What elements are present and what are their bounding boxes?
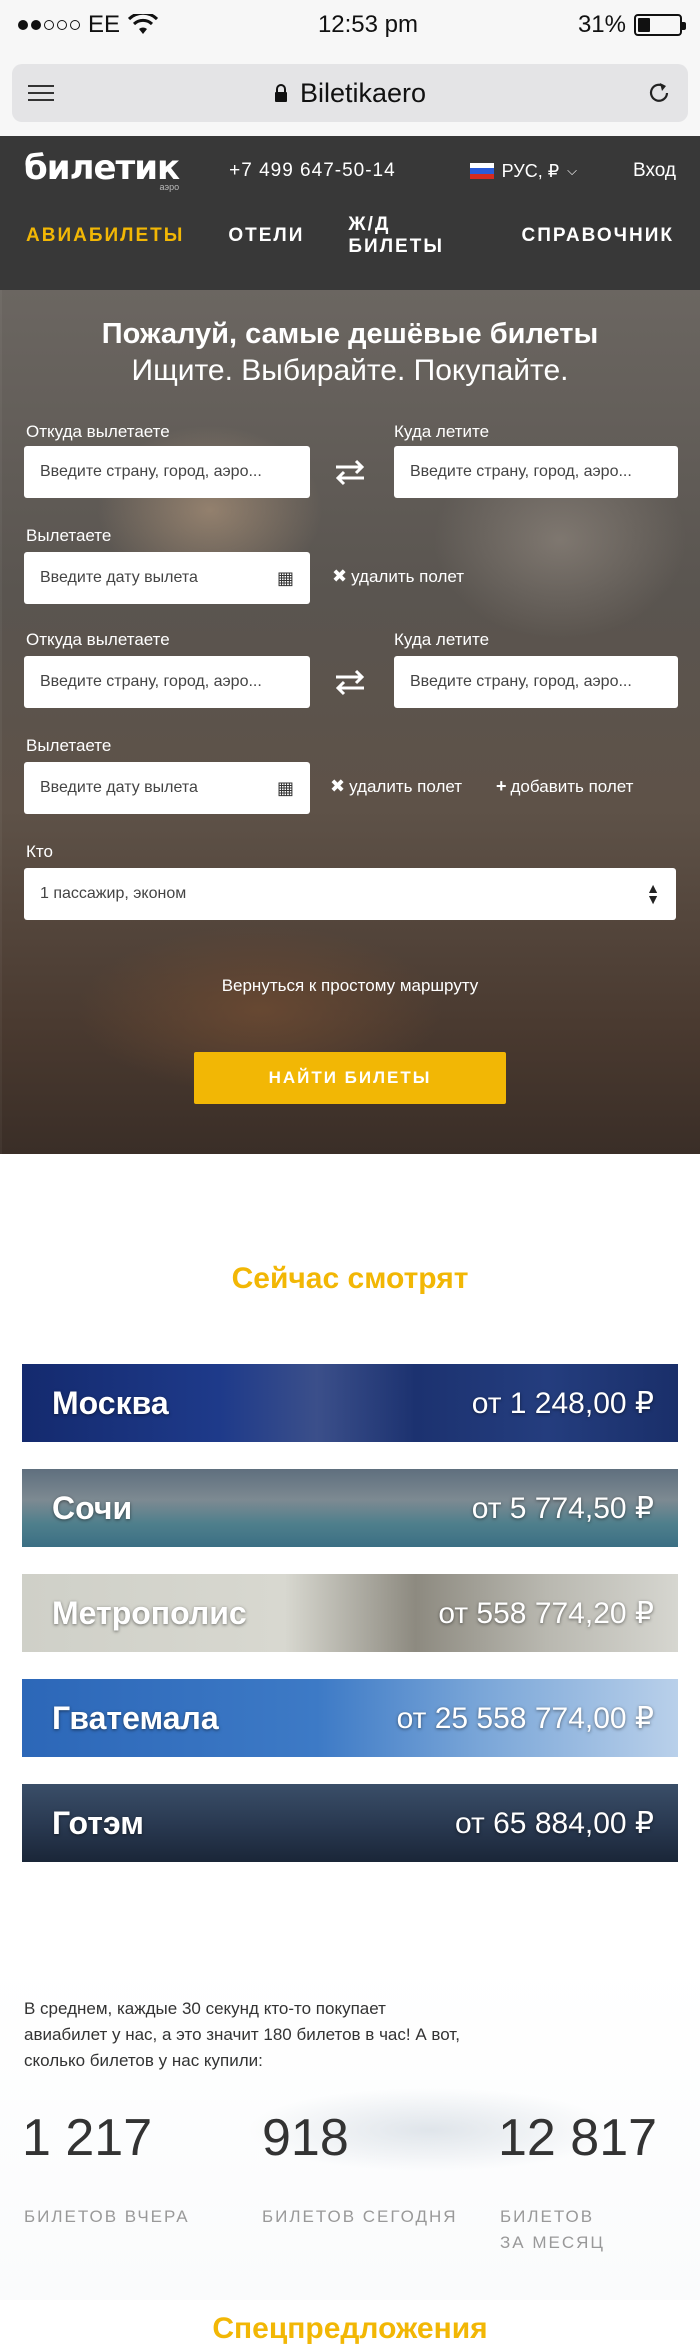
destination-card-gotham[interactable]: Готэм от 65 884,00 ₽: [22, 1784, 678, 1862]
date-label: Вылетаете: [26, 526, 112, 545]
destination-city: Гватемала: [52, 1699, 219, 1736]
stat-value-yesterday: 1 217: [22, 2109, 153, 2167]
carrier: EE: [88, 11, 121, 38]
from-label: Откуда вылетаете: [26, 422, 170, 441]
status-left: EE: [18, 11, 159, 39]
destination-price: от 558 774,20 ₽: [438, 1596, 654, 1630]
remove-flight-link[interactable]: ✖ удалить полет: [332, 566, 464, 587]
destination-price: от 65 884,00 ₽: [455, 1806, 654, 1840]
destination-card-guatemala[interactable]: Гватемала от 25 558 774,00 ₽: [22, 1679, 678, 1757]
url-text: Biletikaero: [299, 77, 427, 108]
stat-label-yesterday: БИЛЕТОВ ВЧЕРА: [24, 2207, 190, 2226]
russia-flag-icon: [469, 163, 494, 179]
remove-flight-link[interactable]: ✖ удалить полет: [330, 776, 462, 797]
passengers-select[interactable]: 1 пассажир, эконом ▲ ▼: [24, 868, 676, 920]
date-placeholder: Введите дату вылета: [40, 779, 198, 796]
menu-icon[interactable]: [28, 83, 54, 103]
destination-card-moscow[interactable]: Москва от 1 248,00 ₽: [22, 1364, 678, 1442]
hero-subtitle: Ищите. Выбирайте. Покупайте.: [131, 354, 569, 387]
wifi-icon: [128, 14, 159, 34]
calendar-icon: ▦: [276, 777, 294, 798]
date-input[interactable]: Введите дату вылета ▦: [24, 552, 310, 604]
to-input[interactable]: Введите страну, город, аэро...: [394, 446, 678, 498]
destination-price: от 5 774,50 ₽: [471, 1491, 654, 1525]
swap-icon[interactable]: [332, 458, 368, 486]
language-currency-select[interactable]: РУС, ₽ ⌵: [469, 160, 578, 182]
from-label: Откуда вылетаете: [26, 630, 170, 649]
hero-title: Пожалуй, самые дешёвые билеты: [101, 318, 599, 350]
phone-number[interactable]: +7 499 647-50-14: [229, 160, 396, 182]
plus-icon: +: [496, 776, 507, 796]
calendar-icon: ▦: [276, 567, 294, 588]
destination-city: Готэм: [52, 1804, 144, 1841]
battery-percent: 31%: [577, 11, 626, 38]
date-label: Вылетаете: [26, 736, 112, 755]
logo-text: билетик: [24, 147, 180, 188]
simple-route-link[interactable]: Вернуться к простому маршруту: [0, 976, 700, 996]
destination-city: Москва: [52, 1384, 169, 1421]
logo[interactable]: билетик аэро: [24, 147, 180, 192]
add-flight-label: добавить полет: [510, 776, 634, 796]
search-hero: Пожалуй, самые дешёвые билеты Ищите. Выб…: [0, 290, 700, 1154]
nav-item-hotels[interactable]: ОТЕЛИ: [228, 225, 304, 247]
date-placeholder: Введите дату вылета: [40, 569, 198, 586]
nav-item-trains[interactable]: Ж/Д БИЛЕТЫ: [348, 214, 477, 258]
special-offers-title: Спецпредложения: [212, 2312, 488, 2345]
login-link[interactable]: Вход: [633, 160, 676, 182]
nav-item-flights[interactable]: АВИАБИЛЕТЫ: [26, 225, 184, 247]
signal-icon: [18, 20, 80, 30]
destination-city: Сочи: [52, 1489, 133, 1526]
nav-item-reference[interactable]: СПРАВОЧНИК: [522, 225, 674, 247]
updown-arrows-icon: ▲ ▼: [646, 879, 660, 907]
status-right: 31%: [577, 11, 686, 39]
tickets-stats: В среднем, каждые 30 секунд кто-то покуп…: [0, 1960, 700, 2300]
stat-value-today: 918: [262, 2109, 349, 2167]
destination-city: Метрополис: [52, 1594, 247, 1631]
status-bar: EE 12:53 pm 31%: [0, 0, 700, 50]
close-icon: ✖: [330, 776, 346, 796]
find-tickets-button[interactable]: НАЙТИ БИЛЕТЫ: [194, 1052, 506, 1104]
destination-price: от 1 248,00 ₽: [471, 1386, 654, 1420]
language-label: РУС, ₽: [501, 160, 560, 181]
swap-icon[interactable]: [332, 668, 368, 696]
battery-icon: [633, 14, 686, 36]
stats-description: В среднем, каждые 30 секунд кто-то покуп…: [24, 1999, 460, 2070]
passengers-label: Кто: [26, 842, 53, 861]
destination-card-metropolis[interactable]: Метрополис от 558 774,20 ₽: [22, 1574, 678, 1652]
clock: 12:53 pm: [317, 11, 419, 38]
destination-price: от 25 558 774,00 ₽: [396, 1701, 654, 1735]
from-input[interactable]: Введите страну, город, аэро...: [24, 446, 310, 498]
stat-value-month: 12 817: [498, 2109, 658, 2167]
remove-flight-label: удалить полет: [349, 776, 463, 796]
to-input[interactable]: Введите страну, город, аэро...: [394, 656, 678, 708]
passengers-value: 1 пассажир, эконом: [40, 885, 187, 902]
remove-flight-label: удалить полет: [351, 566, 465, 586]
destination-card-sochi[interactable]: Сочи от 5 774,50 ₽: [22, 1469, 678, 1547]
chevron-down-icon: ⌵: [567, 163, 578, 178]
reload-icon[interactable]: [646, 80, 672, 106]
to-label: Куда летите: [394, 422, 490, 441]
browser-toolbar: Biletikaero: [0, 50, 700, 136]
site-header: билетик аэро +7 499 647-50-14 РУС, ₽ ⌵ В…: [0, 136, 700, 290]
logo-subtext: аэро: [159, 181, 180, 192]
stat-label-today: БИЛЕТОВ СЕГОДНЯ: [262, 2207, 458, 2226]
date-input[interactable]: Введите дату вылета ▦: [24, 762, 310, 814]
close-icon: ✖: [332, 566, 348, 586]
from-input[interactable]: Введите страну, город, аэро...: [24, 656, 310, 708]
main-nav: АВИАБИЛЕТЫ ОТЕЛИ Ж/Д БИЛЕТЫ СПРАВОЧНИК: [0, 206, 700, 266]
watching-title: Сейчас смотрят: [231, 1262, 469, 1295]
address-bar[interactable]: Biletikaero: [12, 64, 688, 122]
add-flight-link[interactable]: + добавить полет: [496, 776, 633, 797]
stat-label-month: БИЛЕТОВ ЗА МЕСЯЦ: [500, 2207, 605, 2252]
to-label: Куда летите: [394, 630, 490, 649]
header-top-row: билетик аэро +7 499 647-50-14 РУС, ₽ ⌵ В…: [0, 136, 700, 206]
lock-icon: [274, 84, 287, 102]
